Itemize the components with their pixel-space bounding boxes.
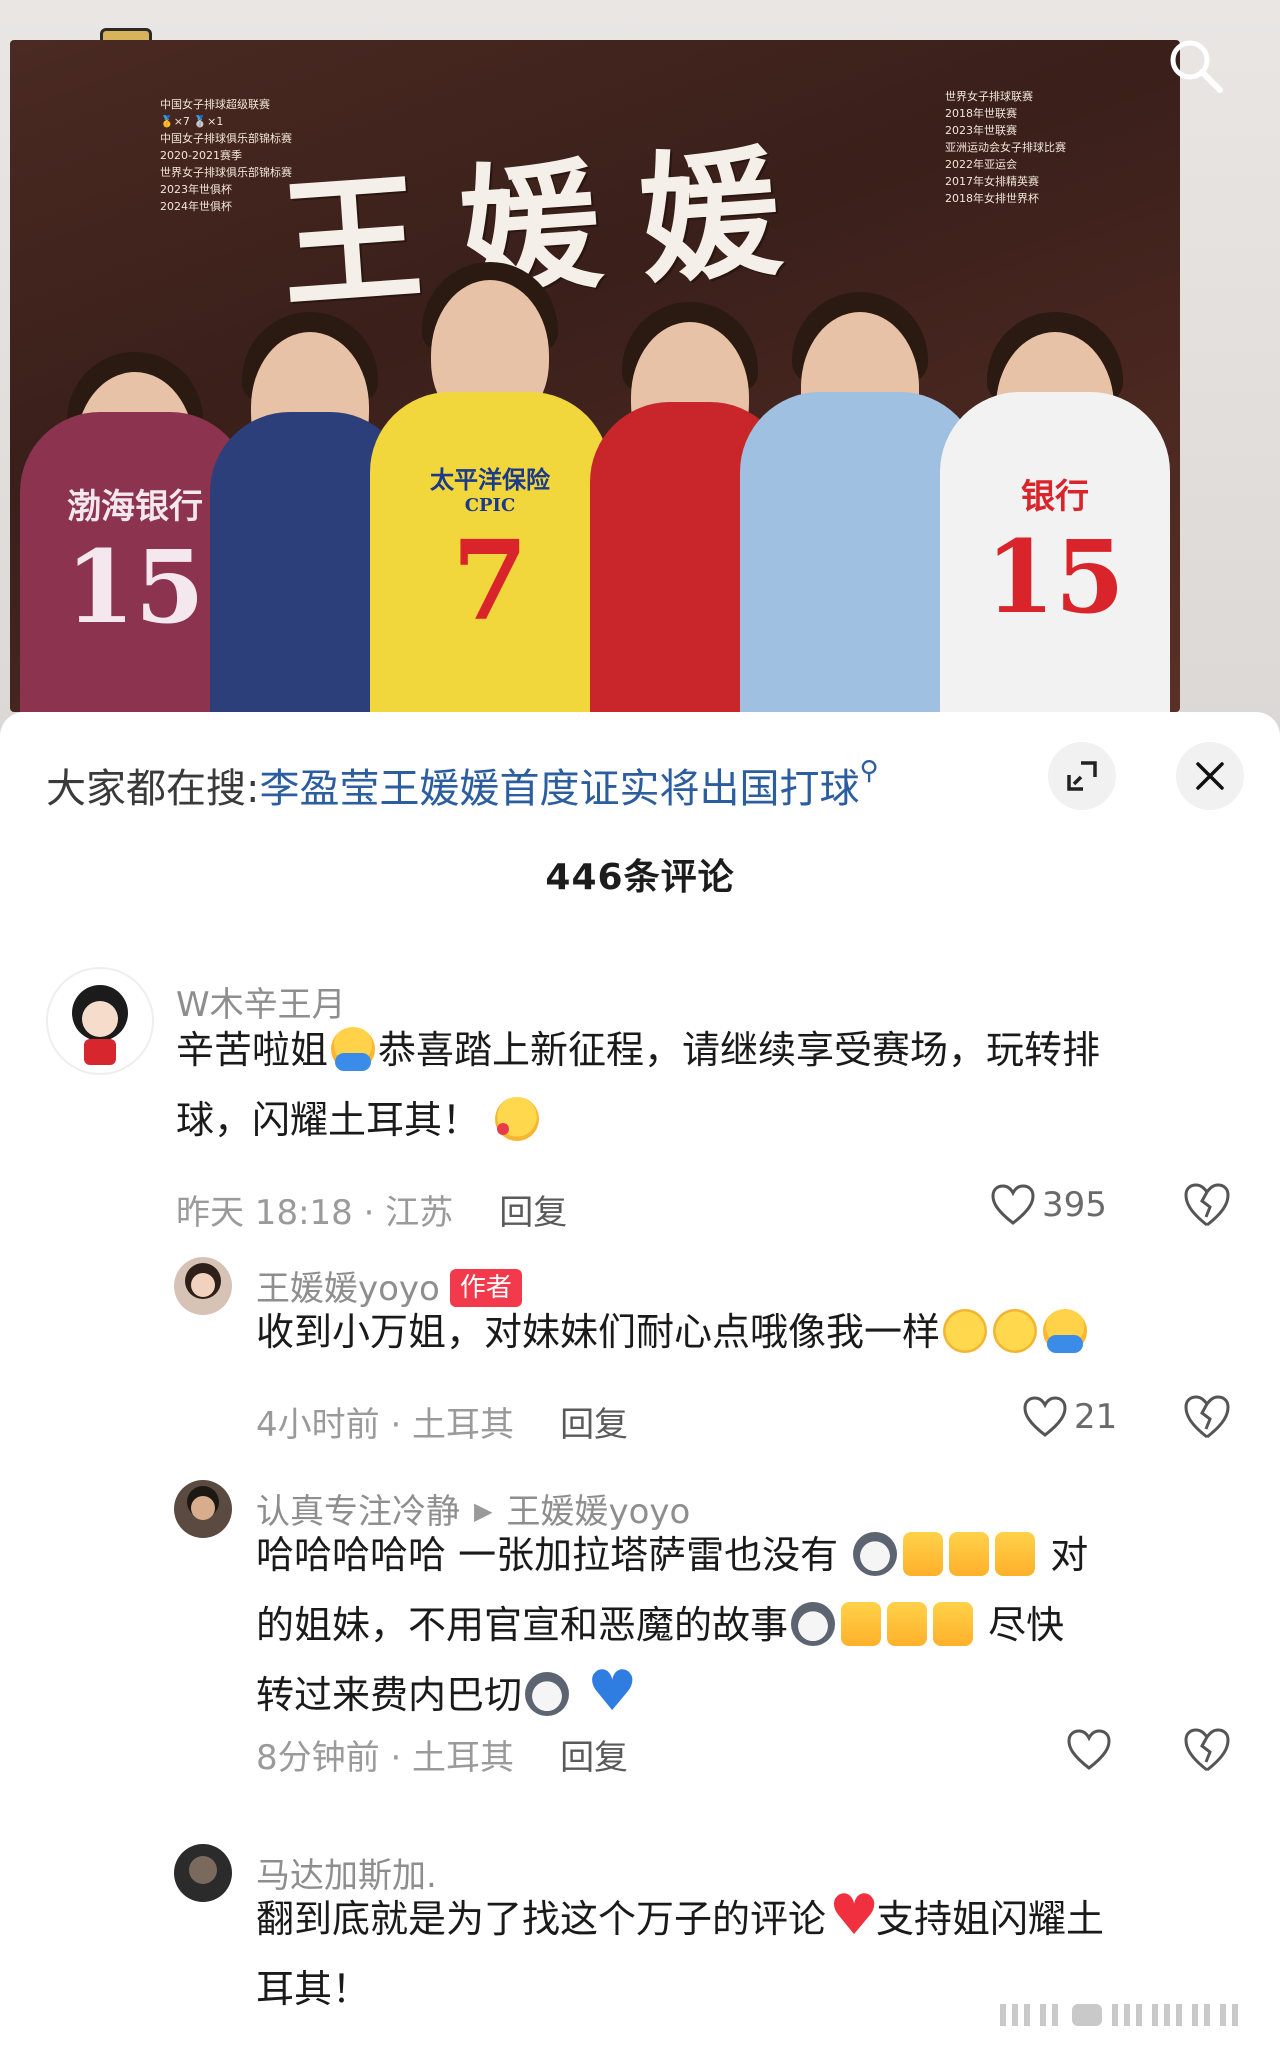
like-count: 395: [1042, 1185, 1107, 1225]
comment-sheet: 大家都在搜:李盈莹王媛媛首度证实将出国打球⚲ 446条评论 W木辛王月 辛苦啦姐…: [0, 712, 1280, 2065]
reply-time: 8分钟前 · 土耳其: [256, 1738, 515, 1778]
fan-banner: 中国女子排球超级联赛 🥇×7 🥈×1 中国女子排球俱乐部锦标赛 2020-202…: [10, 40, 1180, 712]
trending-link[interactable]: 李盈莹王媛媛首度证实将出国打球: [259, 766, 859, 812]
reply-button[interactable]: 回复: [560, 1738, 628, 1778]
husky-emoji-icon: [791, 1602, 836, 1646]
kiss-emoji-icon: [495, 1097, 540, 1141]
reply-button[interactable]: 回复: [560, 1405, 628, 1445]
blue-heart-icon: [587, 1662, 637, 1722]
close-button[interactable]: [1176, 742, 1244, 810]
thumbs-up-icon: [933, 1602, 974, 1646]
grin-emoji-icon: [943, 1309, 988, 1353]
husky-emoji-icon: [525, 1672, 570, 1716]
comment-count: 446条评论: [545, 857, 735, 898]
like-count: 21: [1074, 1397, 1118, 1437]
dislike-button[interactable]: [1182, 1726, 1232, 1776]
like-button[interactable]: 21: [1022, 1395, 1117, 1439]
trending-search[interactable]: 大家都在搜:李盈莹王媛媛首度证实将出国打球⚲: [46, 756, 1006, 814]
heart-icon: [1067, 1729, 1111, 1770]
jersey-sponsor: 银行: [1021, 476, 1089, 517]
like-button[interactable]: [1066, 1728, 1118, 1772]
expand-icon: [1067, 761, 1097, 791]
expand-button[interactable]: [1048, 742, 1116, 810]
post-image[interactable]: 中国女子排球超级联赛 🥇×7 🥈×1 中国女子排球俱乐部锦标赛 2020-202…: [0, 0, 1280, 740]
hugging-emoji-icon: [1043, 1309, 1088, 1353]
avatar[interactable]: [46, 967, 154, 1075]
hugging-emoji-icon: [331, 1027, 376, 1071]
thumbs-up-icon: [887, 1602, 928, 1646]
broken-heart-icon: [1184, 1183, 1230, 1227]
jersey-number: 15: [985, 517, 1125, 636]
thumbs-up-icon: [995, 1532, 1036, 1576]
reply-meta: 4小时前 · 土耳其 回复: [256, 1397, 628, 1446]
like-button[interactable]: 395: [990, 1183, 1107, 1227]
comment-text: 辛苦啦姐 恭喜踏上新征程，请继续享受赛场，玩转排 球，闪耀土耳其！: [176, 1027, 1101, 1142]
broken-heart-icon: [1184, 1395, 1230, 1439]
jersey-number: 7: [451, 515, 529, 645]
dislike-button[interactable]: [1182, 1181, 1232, 1231]
jersey-number: 15: [65, 527, 205, 646]
husky-emoji-icon: [853, 1532, 898, 1576]
watermark-bar: [1000, 2000, 1250, 2030]
dislike-button[interactable]: [1182, 1393, 1232, 1443]
comment-time: 昨天 18:18 · 江苏: [176, 1193, 454, 1233]
red-heart-icon: [829, 1886, 879, 1946]
heart-icon: [1023, 1396, 1067, 1437]
search-icon[interactable]: [1164, 34, 1228, 98]
small-search-icon: ⚲: [859, 756, 879, 786]
reply-text: 收到小万姐，对妹妹们耐心点哦像我一样: [256, 1297, 1256, 1367]
jersey-sponsor: 渤海银行: [67, 486, 203, 527]
reply-button[interactable]: 回复: [499, 1193, 567, 1233]
avatar[interactable]: [174, 1480, 232, 1538]
reply-text: 哈哈哈哈哈 一张加拉塔萨雷也没有 对的姐妹，不用官宣和恶魔的故事 尽快 转过来费内…: [256, 1520, 1256, 1730]
player-figure: 银行 15: [940, 192, 1170, 712]
heart-icon: [991, 1184, 1035, 1225]
avatar[interactable]: [174, 1257, 232, 1315]
thumbs-up-icon: [841, 1602, 882, 1646]
reply-meta: 8分钟前 · 土耳其 回复: [256, 1730, 628, 1779]
player-figure: 太平洋保险 CPIC 7: [370, 152, 610, 712]
jersey-sponsor-en: CPIC: [464, 494, 516, 516]
avatar[interactable]: [174, 1844, 232, 1902]
comment-meta: 昨天 18:18 · 江苏 回复: [176, 1185, 567, 1234]
broken-heart-icon: [1184, 1728, 1230, 1772]
trending-prefix: 大家都在搜:: [46, 766, 260, 812]
jersey-sponsor: 太平洋保险: [430, 464, 550, 494]
thumbs-up-icon: [949, 1532, 990, 1576]
reply-time: 4小时前 · 土耳其: [256, 1405, 515, 1445]
close-icon: [1196, 762, 1224, 790]
thumbs-up-icon: [903, 1532, 944, 1576]
shush-emoji-icon: [993, 1309, 1038, 1353]
